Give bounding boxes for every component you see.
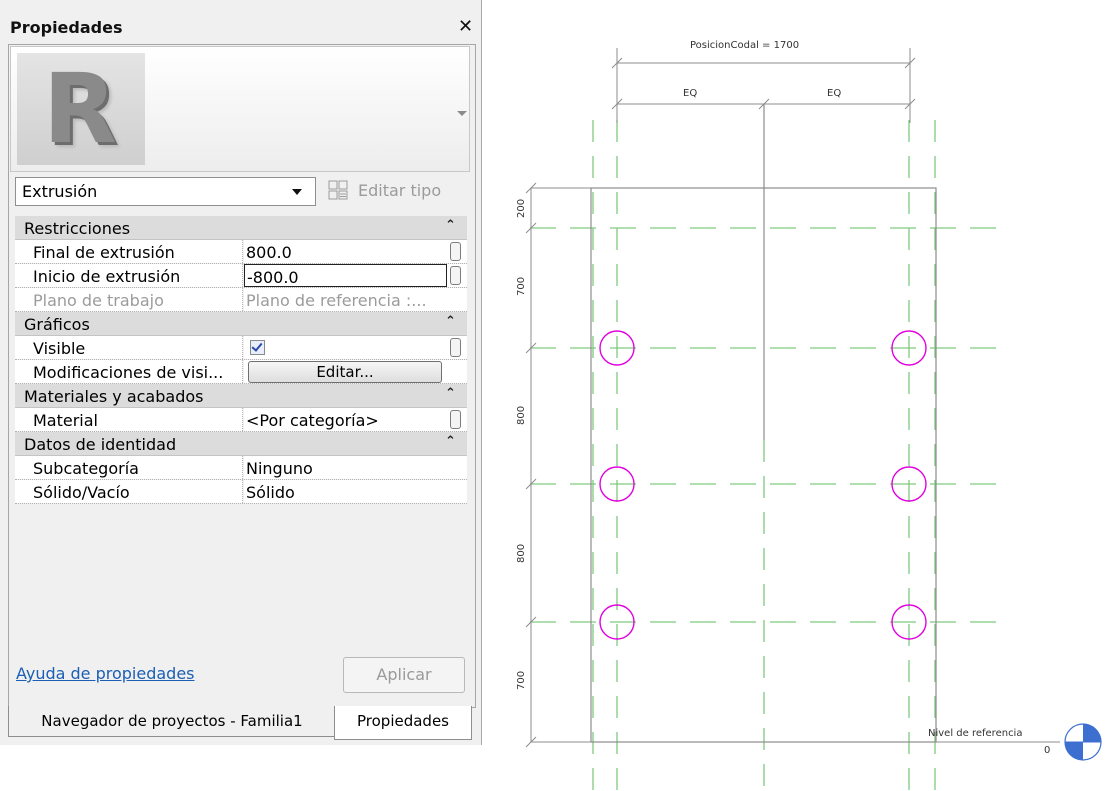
type-selector-value: Extrusión	[22, 182, 98, 201]
property-row-visible[interactable]: Visible	[15, 336, 467, 360]
property-row-inicio-extrusion[interactable]: Inicio de extrusión -800.0	[15, 264, 467, 288]
edit-type-icon	[328, 180, 348, 200]
edit-visibility-button[interactable]: Editar...	[248, 361, 442, 383]
chevron-down-icon[interactable]	[457, 111, 467, 116]
property-name: Final de extrusión	[33, 243, 175, 262]
property-grid: Restricciones ⌃ Final de extrusión 800.0…	[15, 216, 467, 504]
property-value[interactable]: Ninguno	[246, 459, 313, 478]
property-row-plano-trabajo: Plano de trabajo Plano de referencia :..…	[15, 288, 467, 312]
property-name: Subcategoría	[33, 459, 139, 478]
level-head-icon[interactable]	[1064, 723, 1102, 761]
revit-logo: R	[17, 53, 145, 165]
collapse-chevron-icon[interactable]: ⌃	[445, 218, 456, 233]
dim-label-700-top[interactable]: 700	[516, 277, 527, 296]
palette-tabs: Navegador de proyectos - Familia1 Propie…	[8, 706, 478, 740]
category-restricciones[interactable]: Restricciones ⌃	[15, 216, 467, 240]
top-dimension-label[interactable]: PosicionCodal = 1700	[690, 40, 799, 51]
category-label: Materiales y acabados	[24, 387, 204, 406]
edit-type-button[interactable]: Editar tipo	[328, 178, 458, 204]
inicio-extrusion-input[interactable]: -800.0	[244, 264, 447, 287]
associate-parameter-button[interactable]	[447, 408, 467, 431]
associate-parameter-button[interactable]	[447, 264, 467, 287]
property-row-visibility-overrides[interactable]: Modificaciones de visi... Editar...	[15, 360, 467, 384]
level-name[interactable]: Nivel de referencia	[928, 728, 1022, 739]
close-icon[interactable]: ✕	[458, 16, 473, 37]
category-label: Datos de identidad	[24, 435, 177, 454]
associate-parameter-button[interactable]	[447, 240, 467, 263]
category-label: Gráficos	[24, 315, 90, 334]
property-value: Plano de referencia :...	[246, 291, 427, 310]
palette-titlebar[interactable]: Propiedades ✕	[0, 0, 481, 46]
property-name: Modificaciones de visi...	[33, 363, 224, 382]
category-label: Restricciones	[24, 219, 131, 238]
tab-project-browser[interactable]: Navegador de proyectos - Familia1	[8, 706, 336, 737]
revit-logo-letter: R	[43, 53, 117, 165]
associate-parameter-button[interactable]	[447, 336, 467, 359]
level-value: 0	[1044, 745, 1050, 756]
property-row-subcategoria[interactable]: Subcategoría Ninguno	[15, 456, 467, 480]
property-row-solido-vacio[interactable]: Sólido/Vacío Sólido	[15, 480, 467, 504]
collapse-chevron-icon[interactable]: ⌃	[445, 314, 456, 329]
type-selector-dropdown[interactable]: Extrusión	[15, 177, 316, 206]
category-datos-identidad[interactable]: Datos de identidad ⌃	[15, 432, 467, 456]
eq-label-right[interactable]: EQ	[827, 88, 841, 99]
drawing-canvas[interactable]: PosicionCodal = 1700 EQ EQ 200 700 800 8…	[482, 0, 1110, 791]
collapse-chevron-icon[interactable]: ⌃	[445, 386, 456, 401]
dim-label-800-a[interactable]: 800	[516, 406, 527, 425]
dim-label-800-b[interactable]: 800	[516, 544, 527, 563]
dim-label-200[interactable]: 200	[516, 199, 527, 218]
category-materiales[interactable]: Materiales y acabados ⌃	[15, 384, 467, 408]
property-row-final-extrusion[interactable]: Final de extrusión 800.0	[15, 240, 467, 264]
dropdown-arrow-icon[interactable]	[292, 189, 302, 195]
type-preview[interactable]: R	[10, 46, 470, 172]
palette-title: Propiedades	[10, 18, 123, 37]
property-name: Material	[33, 411, 98, 430]
dim-label-700-bottom[interactable]: 700	[516, 671, 527, 690]
properties-palette: Propiedades ✕ R Extrusión Editar tipo Re…	[0, 0, 482, 745]
property-value[interactable]: Sólido	[246, 483, 295, 502]
property-row-material[interactable]: Material <Por categoría>	[15, 408, 467, 432]
property-value[interactable]: <Por categoría>	[246, 411, 379, 430]
property-name: Visible	[33, 339, 86, 358]
property-name: Inicio de extrusión	[33, 267, 181, 286]
property-value[interactable]: -800.0	[247, 268, 299, 286]
category-graficos[interactable]: Gráficos ⌃	[15, 312, 467, 336]
eq-label-left[interactable]: EQ	[683, 88, 697, 99]
collapse-chevron-icon[interactable]: ⌃	[445, 434, 456, 449]
property-name: Sólido/Vacío	[33, 483, 130, 502]
property-name: Plano de trabajo	[33, 291, 164, 310]
tab-properties[interactable]: Propiedades	[334, 706, 472, 740]
edit-type-label: Editar tipo	[358, 181, 442, 200]
property-value[interactable]: 800.0	[246, 243, 292, 262]
visible-checkbox[interactable]	[250, 340, 265, 355]
properties-help-link[interactable]: Ayuda de propiedades	[16, 664, 195, 683]
apply-button[interactable]: Aplicar	[343, 657, 465, 693]
